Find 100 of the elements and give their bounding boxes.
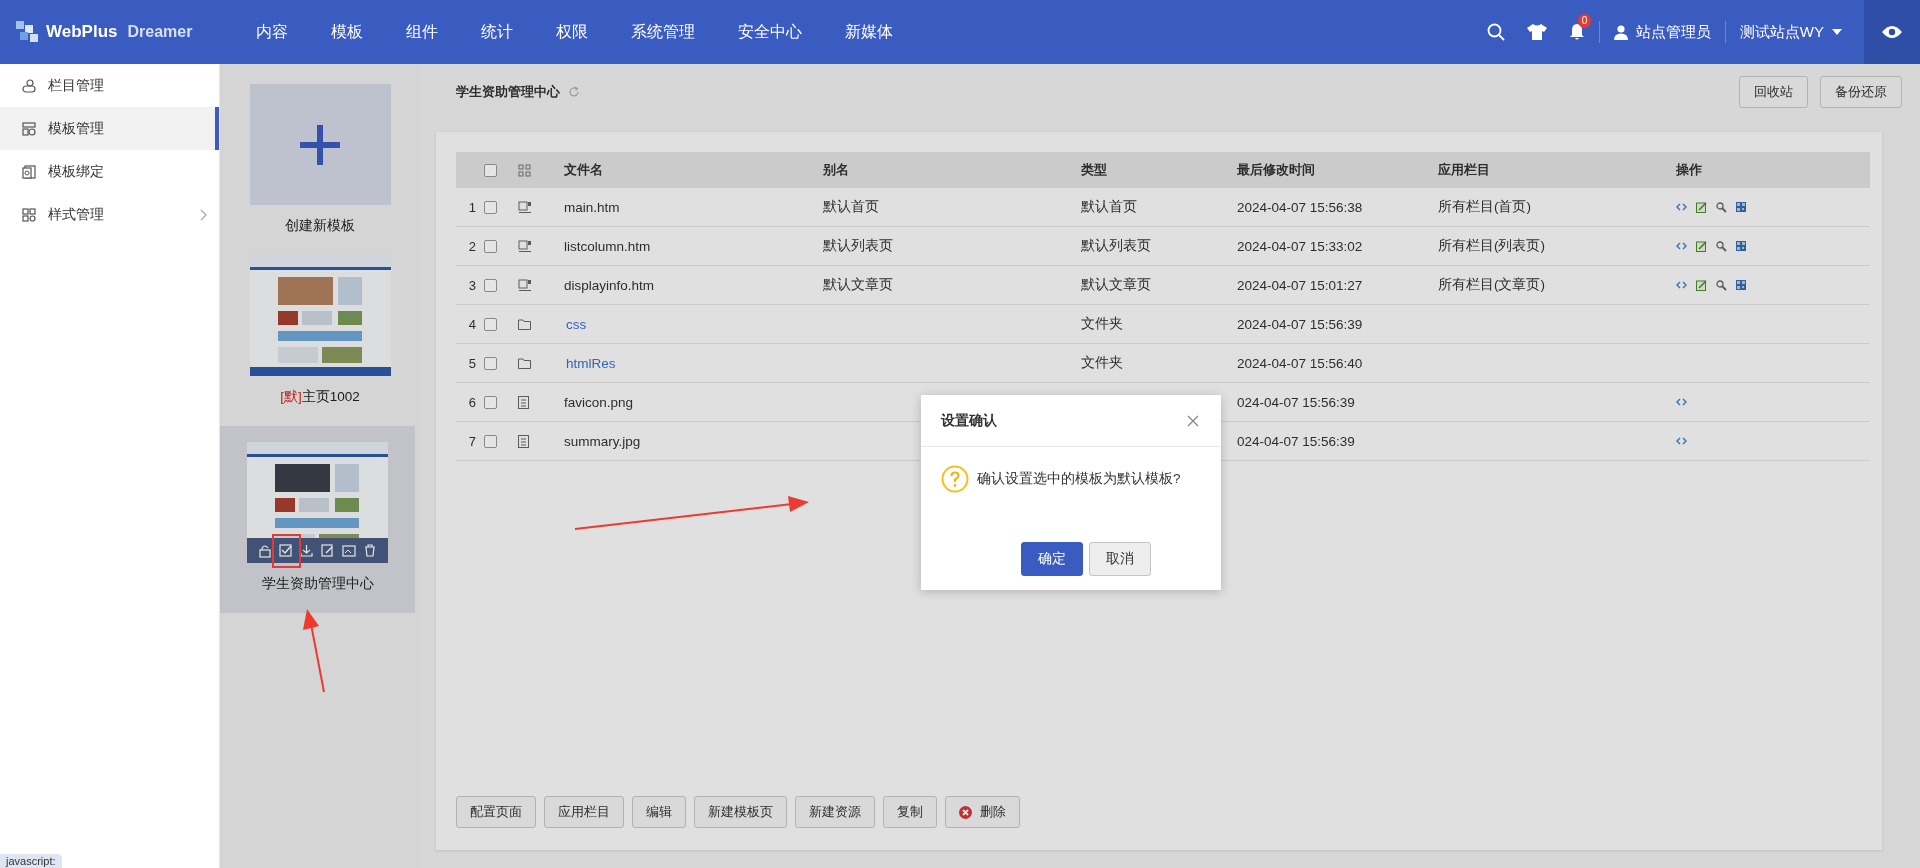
eye-icon bbox=[1882, 25, 1902, 39]
row-number: 5 bbox=[467, 355, 477, 371]
table-cell-text: 2024-04-07 15:33:02 bbox=[1237, 238, 1364, 254]
checkbox[interactable] bbox=[484, 239, 497, 253]
action-button[interactable]: 新建模板页 bbox=[694, 796, 787, 828]
sidebar-item[interactable]: 模板管理 bbox=[0, 107, 219, 150]
user-name[interactable]: 站点管理员 bbox=[1635, 22, 1711, 42]
caret-icon[interactable] bbox=[1832, 29, 1842, 35]
qr-code-icon[interactable] bbox=[1736, 280, 1746, 290]
toolbar-button[interactable]: 回收站 bbox=[1739, 76, 1808, 108]
checkbox[interactable] bbox=[484, 395, 497, 409]
template-label: 创建新模板 bbox=[285, 217, 355, 235]
row-number: 6 bbox=[467, 394, 477, 410]
preview-button[interactable] bbox=[1864, 0, 1920, 64]
trash-icon[interactable] bbox=[364, 544, 376, 557]
action-button[interactable]: 复制 bbox=[883, 796, 937, 828]
close-icon[interactable] bbox=[1187, 414, 1199, 427]
code-icon[interactable] bbox=[1676, 437, 1687, 445]
qr-code-icon[interactable] bbox=[1736, 241, 1746, 251]
magnifier-icon[interactable] bbox=[1716, 279, 1727, 291]
qr-code-icon[interactable] bbox=[1736, 202, 1746, 212]
table-cell-text: 默认首页 bbox=[823, 198, 880, 216]
create-template-button[interactable] bbox=[249, 84, 391, 205]
template-card[interactable]: 学生资助管理中心 bbox=[220, 426, 415, 613]
people-icon bbox=[22, 78, 36, 93]
table-cell-text: 2024-04-07 15:01:27 bbox=[1237, 277, 1364, 293]
checkbox[interactable] bbox=[484, 200, 497, 214]
table-cell-text: 2024-04-07 15:56:38 bbox=[1237, 199, 1364, 215]
folder-link[interactable]: css bbox=[564, 316, 823, 332]
checkbox[interactable] bbox=[484, 356, 497, 370]
template-card[interactable]: [默]主页1002 bbox=[220, 255, 420, 426]
image-icon[interactable] bbox=[342, 544, 356, 557]
search-icon[interactable] bbox=[1486, 23, 1505, 41]
notification-badge: 0 bbox=[1577, 14, 1592, 28]
action-button[interactable]: 配置页面 bbox=[456, 796, 536, 828]
template-card[interactable]: 创建新模板 bbox=[220, 84, 420, 255]
checkbox[interactable] bbox=[484, 278, 497, 292]
table-cell-text: 文件夹 bbox=[1081, 315, 1124, 333]
delete-button[interactable]: 删除 bbox=[945, 796, 1020, 828]
sidebar-item[interactable]: 样式管理 bbox=[0, 193, 219, 236]
bell-icon[interactable] bbox=[1568, 23, 1585, 41]
shirt-icon[interactable] bbox=[1526, 24, 1547, 40]
cancel-button[interactable]: 取消 bbox=[1089, 542, 1151, 576]
column-header: 操作 bbox=[1676, 161, 1703, 179]
action-button[interactable]: 编辑 bbox=[632, 796, 686, 828]
nav-link[interactable]: 安全中心 bbox=[714, 21, 821, 43]
magnifier-icon[interactable] bbox=[1716, 201, 1727, 213]
code-icon[interactable] bbox=[1676, 281, 1687, 289]
magnifier-icon[interactable] bbox=[1716, 240, 1727, 252]
grid-icon[interactable] bbox=[518, 163, 531, 177]
table-cell-text: 默认列表页 bbox=[823, 237, 894, 255]
template-label: [默]主页1002 bbox=[280, 388, 360, 406]
edit-icon[interactable] bbox=[1696, 201, 1707, 213]
layout-icon bbox=[518, 200, 532, 214]
nav-link[interactable]: 新媒体 bbox=[821, 21, 912, 43]
row-number: 4 bbox=[467, 316, 477, 332]
confirm-button[interactable]: 确定 bbox=[1021, 542, 1083, 576]
code-icon[interactable] bbox=[1676, 203, 1687, 211]
action-button[interactable]: 应用栏目 bbox=[544, 796, 624, 828]
column-header: 最后修改时间 bbox=[1237, 161, 1316, 179]
site-selector[interactable]: 测试站点WY bbox=[1739, 22, 1824, 42]
file-name: displayinfo.htm bbox=[564, 277, 656, 293]
table-cell-text: 2024-04-07 15:56:40 bbox=[1237, 355, 1364, 371]
file-name: listcolumn.htm bbox=[564, 238, 652, 254]
page-title: 学生资助管理中心 bbox=[456, 83, 560, 101]
row-number: 7 bbox=[467, 433, 477, 449]
checkbox[interactable] bbox=[484, 163, 497, 177]
file-icon bbox=[518, 395, 529, 409]
sidebar-item[interactable]: 栏目管理 bbox=[0, 64, 219, 107]
nav-link[interactable]: 组件 bbox=[382, 21, 457, 43]
grid-icon bbox=[22, 121, 36, 136]
layout-icon bbox=[518, 239, 532, 253]
toolbar-button[interactable]: 备份还原 bbox=[1820, 76, 1902, 108]
table-cell-text: 024-04-07 15:56:39 bbox=[1237, 394, 1356, 410]
checkbox[interactable] bbox=[484, 317, 497, 331]
file-name: favicon.png bbox=[564, 394, 635, 410]
nav-link[interactable]: 权限 bbox=[532, 21, 607, 43]
code-icon[interactable] bbox=[1676, 398, 1687, 406]
code-icon[interactable] bbox=[1676, 242, 1687, 250]
lock-icon[interactable] bbox=[259, 543, 271, 558]
download-icon[interactable] bbox=[300, 544, 313, 557]
nav-link[interactable]: 统计 bbox=[457, 21, 532, 43]
edit-icon[interactable] bbox=[1696, 279, 1707, 291]
table-cell-text: 所有栏目(列表页) bbox=[1438, 237, 1546, 255]
checkbox[interactable] bbox=[484, 434, 497, 448]
nav-link[interactable]: 内容 bbox=[232, 21, 307, 43]
folder-link[interactable]: htmlRes bbox=[564, 355, 823, 371]
checkbox-icon[interactable] bbox=[279, 544, 292, 557]
folder-icon bbox=[518, 357, 531, 369]
edit-icon[interactable] bbox=[1696, 240, 1707, 252]
column-header: 别名 bbox=[823, 161, 850, 179]
nav-link[interactable]: 系统管理 bbox=[607, 21, 714, 43]
table-cell-text: 默认首页 bbox=[1081, 198, 1138, 216]
sidebar-item[interactable]: 模板绑定 bbox=[0, 150, 219, 193]
refresh-icon[interactable] bbox=[568, 86, 580, 98]
action-button[interactable]: 新建资源 bbox=[795, 796, 875, 828]
table-cell-text: 默认文章页 bbox=[1081, 276, 1152, 294]
nav-link[interactable]: 模板 bbox=[307, 21, 382, 43]
document-icon bbox=[22, 164, 36, 179]
highlight-box bbox=[272, 534, 301, 568]
